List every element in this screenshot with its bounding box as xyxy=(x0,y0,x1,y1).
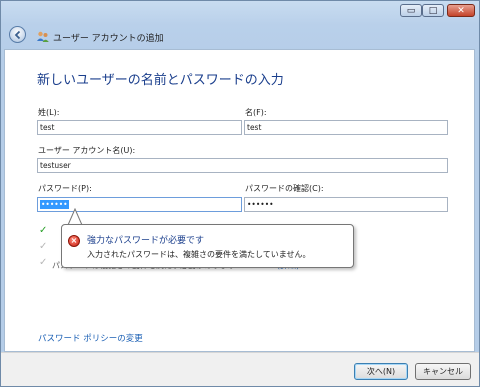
maximize-button[interactable]: □ xyxy=(422,4,444,17)
check-icon: ✓ xyxy=(39,241,48,252)
tooltip-message: 入力されたパスワードは、複雑さの要件を満たしていません。 xyxy=(87,250,311,259)
check-icon: ✓ xyxy=(39,225,48,236)
users-icon xyxy=(37,31,49,42)
first-name-label: 名(F): xyxy=(245,108,267,117)
content-panel: 新しいユーザーの名前とパスワードの入力 姓(L): test 名(F): tes… xyxy=(4,49,475,352)
minimize-button[interactable]: ▭ xyxy=(400,4,422,17)
nav-title: ユーザー アカウントの追加 xyxy=(53,34,164,44)
cancel-button[interactable]: キャンセル xyxy=(415,363,471,380)
confirm-password-label: パスワードの確認(C): xyxy=(245,184,324,193)
minimize-icon: ▭ xyxy=(406,6,416,16)
close-icon: ✕ xyxy=(457,6,465,16)
account-name-field[interactable]: testuser xyxy=(37,158,448,173)
password-label: パスワード(P): xyxy=(38,184,92,193)
confirm-password-field[interactable]: •••••• xyxy=(244,197,448,212)
account-name-label: ユーザー アカウント名(U): xyxy=(38,146,136,155)
last-name-field[interactable]: test xyxy=(37,120,242,135)
button-bar: 次へ(N) キャンセル xyxy=(1,352,479,386)
password-policy-link[interactable]: パスワード ポリシーの変更 xyxy=(38,332,143,344)
navigation-bar: ユーザー アカウントの追加 xyxy=(1,23,479,49)
password-warning-tooltip: × 強力なパスワードが必要です 入力されたパスワードは、複雑さの要件を満たしてい… xyxy=(61,224,354,268)
back-button[interactable] xyxy=(9,26,26,43)
last-name-label: 姓(L): xyxy=(38,108,60,117)
first-name-field[interactable]: test xyxy=(244,120,448,135)
page-heading: 新しいユーザーの名前とパスワードの入力 xyxy=(37,73,284,88)
password-value: •••••• xyxy=(40,200,69,209)
maximize-icon: □ xyxy=(428,6,438,16)
back-arrow-icon xyxy=(14,30,21,40)
error-icon: × xyxy=(68,235,80,247)
close-button[interactable]: ✕ xyxy=(447,4,475,17)
dialog-window: ▭ □ ✕ ユーザー アカウントの追加 新しいユーザーの名前とパスワードの入力 … xyxy=(0,0,480,387)
check-icon: ✓ xyxy=(39,257,48,268)
next-button[interactable]: 次へ(N) xyxy=(354,363,408,380)
tooltip-title: 強力なパスワードが必要です xyxy=(87,236,205,246)
